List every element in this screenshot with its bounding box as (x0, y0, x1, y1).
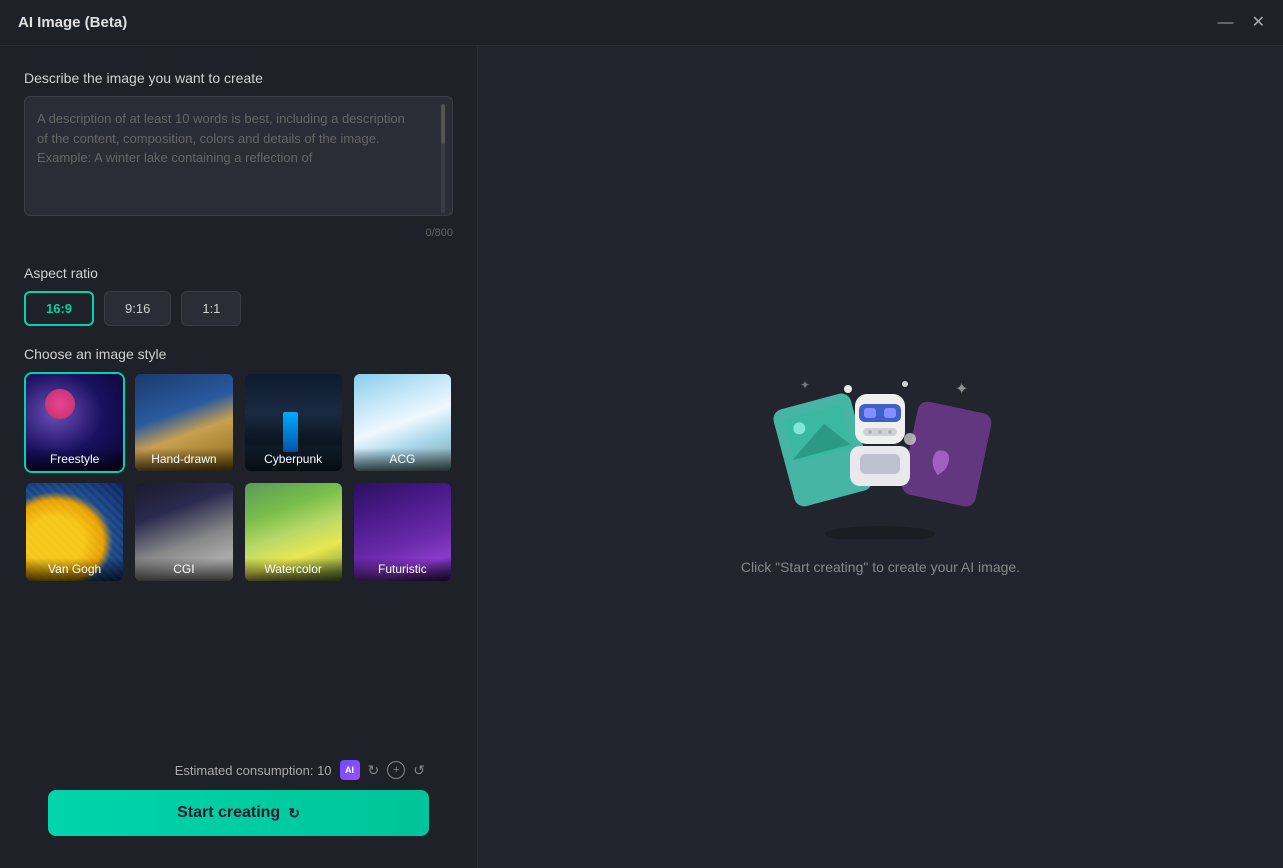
aspect-ratio-label: Aspect ratio (24, 265, 453, 281)
svg-text:✦: ✦ (955, 381, 968, 398)
futuristic-label: Futuristic (354, 558, 451, 581)
cgi-label: CGI (135, 558, 232, 581)
scrollbar (441, 104, 445, 213)
left-panel: Describe the image you want to create 0/… (0, 46, 478, 868)
title-bar: AI Image (Beta) — ✕ (0, 0, 1283, 46)
style-watercolor[interactable]: Watercolor (243, 481, 344, 582)
description-input[interactable] (24, 96, 453, 216)
plus-icon: + (387, 761, 405, 779)
aspect-1-1-button[interactable]: 1:1 (181, 291, 241, 326)
style-futuristic[interactable]: Futuristic (352, 481, 453, 582)
consumption-text: Estimated consumption: 10 (175, 763, 332, 778)
aspect-16-9-button[interactable]: 16:9 (24, 291, 94, 326)
refresh-icon[interactable]: ↺ (413, 762, 425, 779)
style-vangogh[interactable]: Van Gogh (24, 481, 125, 582)
handdrawn-label: Hand-drawn (135, 448, 232, 471)
aspect-ratio-section: Aspect ratio 16:9 9:16 1:1 (24, 265, 453, 326)
scrollbar-thumb (441, 104, 445, 144)
start-creating-label: Start creating (177, 804, 280, 822)
style-label: Choose an image style (24, 346, 453, 362)
main-content: Describe the image you want to create 0/… (0, 46, 1283, 868)
sync-icon: ↻ (368, 762, 380, 779)
char-count: 0/800 (24, 227, 453, 239)
placeholder-text: Click "Start creating" to create your AI… (741, 559, 1020, 575)
aspect-9-16-button[interactable]: 9:16 (104, 291, 171, 326)
image-style-section: Choose an image style Freestyle Hand-dra… (24, 346, 453, 748)
aspect-ratio-buttons: 16:9 9:16 1:1 (24, 291, 453, 326)
ai-badge-icon: AI (340, 760, 360, 780)
acg-label: ACG (354, 448, 451, 471)
textarea-wrapper (24, 96, 453, 221)
vangogh-label: Van Gogh (26, 558, 123, 581)
consumption-row: Estimated consumption: 10 AI ↻ + ↺ (48, 760, 429, 780)
describe-section: Describe the image you want to create 0/… (24, 70, 453, 259)
start-creating-button[interactable]: Start creating ↻ (48, 790, 429, 836)
close-button[interactable]: ✕ (1252, 15, 1265, 31)
style-cyberpunk[interactable]: Cyberpunk (243, 372, 344, 473)
cyberpunk-label: Cyberpunk (245, 448, 342, 471)
main-window: AI Image (Beta) — ✕ Describe the image y… (0, 0, 1283, 868)
robot-illustration: ✦ ✦ (760, 339, 1000, 539)
freestyle-label: Freestyle (26, 448, 123, 471)
title-bar-controls: — ✕ (1218, 15, 1265, 31)
style-freestyle[interactable]: Freestyle (24, 372, 125, 473)
window-title: AI Image (Beta) (18, 14, 127, 31)
style-acg[interactable]: ACG (352, 372, 453, 473)
bottom-bar: Estimated consumption: 10 AI ↻ + ↺ Start… (24, 748, 453, 852)
minimize-button[interactable]: — (1218, 15, 1234, 31)
style-cgi[interactable]: CGI (133, 481, 234, 582)
watercolor-label: Watercolor (245, 558, 342, 581)
style-grid: Freestyle Hand-drawn Cyberpunk ACG (24, 372, 453, 583)
right-placeholder: ✦ ✦ Click "Start creating" to create you… (741, 339, 1020, 575)
right-panel: ✦ ✦ Click "Start creating" to create you… (478, 46, 1283, 868)
describe-label: Describe the image you want to create (24, 70, 453, 86)
start-icon: ↻ (288, 805, 300, 822)
svg-text:✦: ✦ (800, 378, 810, 392)
style-handdrawn[interactable]: Hand-drawn (133, 372, 234, 473)
